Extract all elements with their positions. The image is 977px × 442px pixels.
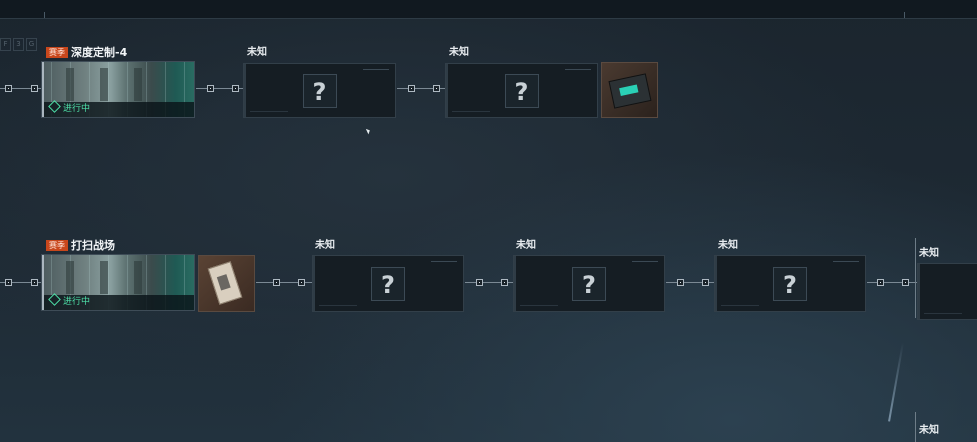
quest-title: 赛季 打扫战场	[46, 237, 115, 253]
card-deco	[431, 261, 457, 262]
connector-node	[408, 85, 415, 92]
status-label: 进行中	[44, 293, 194, 310]
card-deco	[319, 305, 357, 306]
question-mark-icon: ?	[572, 266, 606, 301]
question-mark-icon: ?	[504, 73, 539, 108]
quest-title: 赛季 深度定制-4	[46, 44, 127, 60]
card-deco	[363, 69, 389, 70]
unknown-title: 未知	[315, 240, 335, 251]
branch-line	[915, 412, 916, 442]
card-stripe	[446, 64, 448, 117]
unknown-quest-card[interactable]: ?	[714, 255, 866, 312]
quest-card-deep-customization[interactable]: 进行中	[41, 61, 195, 118]
quest-title-text: 深度定制-4	[71, 46, 128, 59]
image-detail	[66, 261, 74, 294]
unknown-quest-card[interactable]: ?	[243, 63, 396, 118]
question-mark-icon: ?	[773, 266, 807, 301]
unknown-title: 未知	[516, 240, 536, 251]
connector-node	[232, 85, 239, 92]
card-stripe	[313, 256, 315, 311]
chip-device-icon[interactable]	[601, 62, 658, 118]
note-card-shape	[207, 261, 243, 305]
unknown-quest-card[interactable]: ?	[445, 63, 598, 118]
card-deco	[924, 313, 962, 314]
unknown-title: 未知	[919, 425, 939, 436]
top-bar	[0, 0, 977, 19]
question-mark-icon: ?	[302, 73, 337, 108]
connector-line	[256, 282, 314, 283]
image-detail	[134, 68, 142, 101]
question-mark-glyph: ?	[381, 270, 395, 299]
unknown-title: 未知	[718, 240, 738, 251]
connector-line	[867, 282, 917, 283]
connector-node	[31, 85, 38, 92]
key-hint: F	[0, 38, 11, 51]
season-badge: 赛季	[46, 47, 68, 58]
unknown-title: 未知	[247, 47, 267, 58]
quest-card-clean-battlefield[interactable]: 进行中	[41, 254, 195, 311]
unknown-quest-card[interactable]	[917, 263, 977, 320]
question-mark-glyph: ?	[582, 270, 596, 299]
target-icon	[48, 100, 61, 113]
unknown-quest-card[interactable]: ?	[513, 255, 665, 312]
card-deco	[565, 69, 591, 70]
season-badge: 赛季	[46, 240, 68, 251]
note-card-icon[interactable]	[198, 255, 255, 312]
card-deco	[632, 261, 658, 262]
connector-node	[5, 279, 12, 286]
mouse-cursor	[365, 127, 372, 135]
connector-node	[476, 279, 483, 286]
target-icon	[48, 293, 61, 306]
background-lightning	[888, 342, 904, 422]
connector-node	[702, 279, 709, 286]
question-mark-glyph: ?	[312, 77, 327, 106]
chip-device-shape	[608, 73, 652, 109]
card-deco	[250, 111, 288, 112]
connector-node	[5, 85, 12, 92]
card-stripe	[715, 256, 717, 311]
connector-node	[298, 279, 305, 286]
connector-node	[207, 85, 214, 92]
connector-node	[273, 279, 280, 286]
question-mark-glyph: ?	[514, 77, 529, 106]
card-deco	[520, 305, 558, 306]
card-stripe	[514, 256, 516, 311]
top-bar-tick	[44, 12, 45, 18]
question-mark-glyph: ?	[783, 270, 797, 299]
connector-node	[677, 279, 684, 286]
connector-node	[31, 279, 38, 286]
top-bar-tick	[904, 12, 905, 18]
connector-node	[501, 279, 508, 286]
connector-node	[433, 85, 440, 92]
image-detail	[66, 68, 74, 101]
card-deco	[721, 305, 759, 306]
unknown-quest-card[interactable]: ?	[312, 255, 464, 312]
quest-title-text: 打扫战场	[71, 239, 115, 252]
branch-line	[915, 238, 916, 318]
unknown-title: 未知	[919, 248, 939, 259]
left-panel-fragment: F 3 G	[0, 34, 40, 130]
image-detail	[100, 261, 108, 294]
key-hint: 3	[13, 38, 24, 51]
status-text: 进行中	[63, 104, 91, 114]
connector-node	[877, 279, 884, 286]
unknown-title: 未知	[449, 47, 469, 58]
connector-node	[902, 279, 909, 286]
card-deco	[833, 261, 859, 262]
status-text: 进行中	[63, 297, 91, 307]
card-stripe	[244, 64, 246, 117]
status-label: 进行中	[44, 100, 194, 117]
card-deco	[452, 111, 490, 112]
question-mark-icon: ?	[371, 266, 405, 301]
image-detail	[134, 261, 142, 294]
image-detail	[100, 68, 108, 101]
key-hint: G	[26, 38, 37, 51]
card-stripe	[918, 264, 920, 319]
